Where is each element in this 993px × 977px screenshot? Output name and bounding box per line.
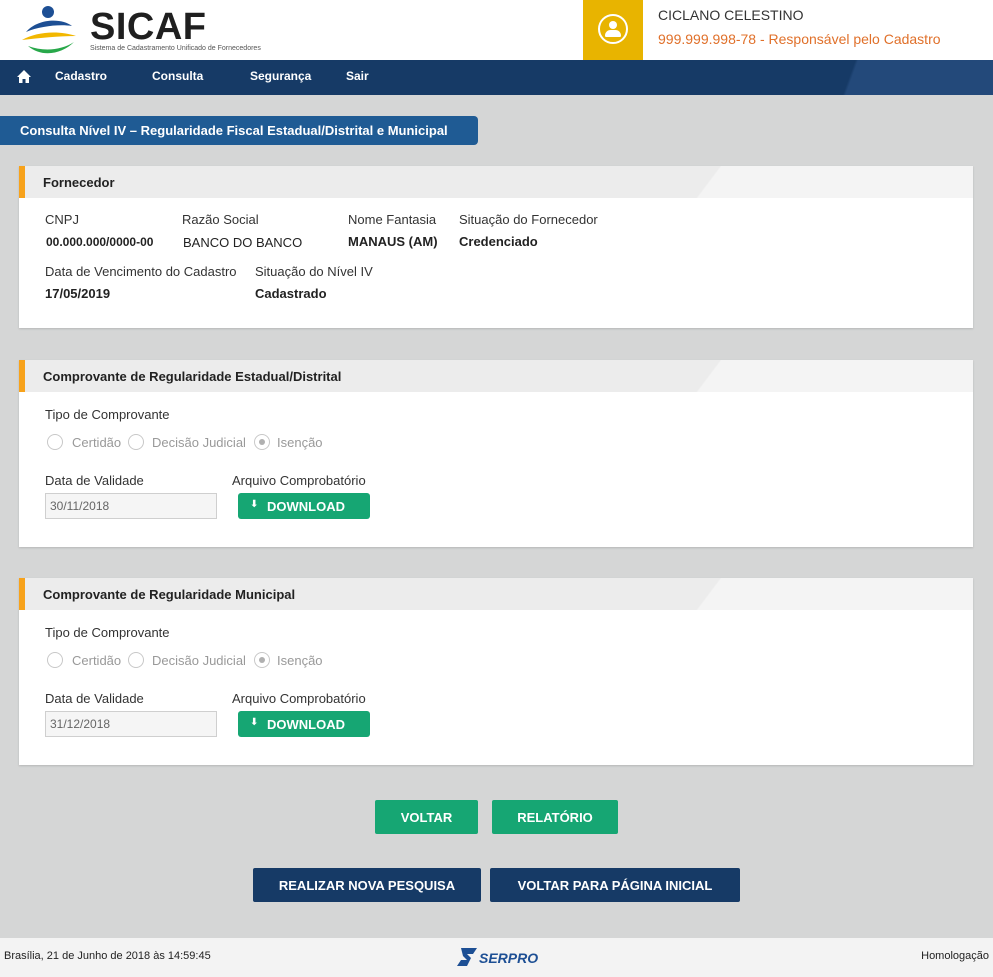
estadual-panel: Comprovante de Regularidade Estadual/Dis…	[19, 360, 973, 547]
panel-header-decoration	[691, 360, 973, 392]
nav-item-sair[interactable]: Sair	[346, 69, 369, 83]
user-name: CICLANO CELESTINO	[658, 7, 804, 23]
voltar-button[interactable]: VOLTAR	[375, 800, 478, 834]
download-button[interactable]: ⬇ DOWNLOAD	[238, 493, 370, 519]
radio-isencao-label: Isenção	[277, 653, 323, 668]
situacao-nivel-label: Situação do Nível IV	[255, 264, 373, 279]
footer-datetime: Brasília, 21 de Junho de 2018 às 14:59:4…	[4, 950, 211, 962]
panel-accent	[19, 578, 25, 610]
nav-item-cadastro[interactable]: Cadastro	[55, 69, 107, 83]
radio-isencao-label: Isenção	[277, 435, 323, 450]
serpro-brand: SERPRO	[479, 950, 539, 966]
main-navbar: Cadastro Consulta Segurança Sair	[0, 60, 993, 95]
municipal-panel: Comprovante de Regularidade Municipal Ti…	[19, 578, 973, 765]
navbar-decoration	[753, 60, 993, 95]
data-validade-field[interactable]: 31/12/2018	[45, 711, 217, 737]
app-name: SICAF	[90, 6, 207, 48]
serpro-logo[interactable]: SERPRO	[457, 946, 541, 968]
sicaf-logo-icon	[22, 6, 76, 54]
panel-header: Comprovante de Regularidade Estadual/Dis…	[19, 360, 973, 392]
radio-certidao[interactable]	[47, 652, 63, 668]
razao-social-value: BANCO DO BANCO	[183, 235, 303, 250]
data-validade-label: Data de Validade	[45, 691, 144, 706]
panel-accent	[19, 360, 25, 392]
cnpj-value: 00.000.000/0000-00	[46, 235, 154, 249]
panel-title: Comprovante de Regularidade Estadual/Dis…	[43, 369, 342, 384]
tipo-comprovante-label: Tipo de Comprovante	[45, 407, 170, 422]
user-info: CICLANO CELESTINO 999.999.998-78 - Respo…	[583, 0, 993, 60]
panel-header-decoration	[691, 166, 973, 198]
sicaf-logo[interactable]: SICAF Sistema de Cadastramento Unificado…	[18, 4, 278, 58]
cnpj-label: CNPJ	[45, 212, 79, 227]
panel-title: Fornecedor	[43, 175, 115, 190]
footer: Brasília, 21 de Junho de 2018 às 14:59:4…	[0, 938, 993, 977]
app-subtitle: Sistema de Cadastramento Unificado de Fo…	[90, 45, 261, 52]
situacao-fornecedor-value: Credenciado	[459, 234, 538, 249]
nome-fantasia-value: MANAUS (AM)	[348, 234, 438, 249]
nome-fantasia-label: Nome Fantasia	[348, 212, 437, 227]
tipo-comprovante-label: Tipo de Comprovante	[45, 625, 170, 640]
radio-decisao-judicial[interactable]	[128, 434, 144, 450]
user-role: 999.999.998-78 - Responsável pelo Cadast…	[658, 31, 941, 47]
download-icon: ⬇	[250, 499, 259, 510]
download-icon: ⬇	[250, 717, 259, 728]
vencimento-label: Data de Vencimento do Cadastro	[45, 264, 237, 279]
radio-certidao[interactable]	[47, 434, 63, 450]
user-icon	[598, 14, 628, 44]
nova-pesquisa-button[interactable]: REALIZAR NOVA PESQUISA	[253, 868, 481, 902]
data-validade-field[interactable]: 30/11/2018	[45, 493, 217, 519]
arquivo-comprobatorio-label: Arquivo Comprobatório	[232, 691, 366, 706]
serpro-logo-icon	[457, 948, 477, 966]
radio-decisao-judicial[interactable]	[128, 652, 144, 668]
data-validade-label: Data de Validade	[45, 473, 144, 488]
radio-certidao-label: Certidão	[72, 435, 122, 450]
razao-social-label: Razão Social	[182, 212, 259, 227]
radio-decisao-judicial-label: Decisão Judicial	[152, 653, 246, 668]
situacao-fornecedor-label: Situação do Fornecedor	[459, 212, 598, 227]
nav-item-consulta[interactable]: Consulta	[152, 69, 203, 83]
panel-header: Comprovante de Regularidade Municipal	[19, 578, 973, 610]
download-button[interactable]: ⬇ DOWNLOAD	[238, 711, 370, 737]
radio-isencao[interactable]	[254, 652, 270, 668]
panel-header-decoration	[691, 578, 973, 610]
fornecedor-panel: Fornecedor CNPJ 00.000.000/0000-00 Razão…	[19, 166, 973, 328]
page-title: Consulta Nível IV – Regularidade Fiscal …	[0, 116, 478, 145]
header: SICAF Sistema de Cadastramento Unificado…	[0, 0, 993, 60]
pagina-inicial-button[interactable]: VOLTAR PARA PÁGINA INICIAL	[490, 868, 740, 902]
radio-isencao[interactable]	[254, 434, 270, 450]
arquivo-comprobatorio-label: Arquivo Comprobatório	[232, 473, 366, 488]
avatar[interactable]	[583, 0, 643, 60]
footer-environment: Homologação	[921, 950, 989, 962]
download-button-label: DOWNLOAD	[267, 499, 345, 514]
radio-decisao-judicial-label: Decisão Judicial	[152, 435, 246, 450]
nav-item-seguranca[interactable]: Segurança	[250, 69, 311, 83]
home-icon[interactable]	[16, 69, 32, 85]
radio-certidao-label: Certidão	[72, 653, 122, 668]
relatorio-button[interactable]: RELATÓRIO	[492, 800, 618, 834]
panel-header: Fornecedor	[19, 166, 973, 198]
download-button-label: DOWNLOAD	[267, 717, 345, 732]
panel-title: Comprovante de Regularidade Municipal	[43, 587, 296, 602]
vencimento-value: 17/05/2019	[45, 286, 111, 301]
panel-accent	[19, 166, 25, 198]
situacao-nivel-value: Cadastrado	[255, 286, 327, 301]
